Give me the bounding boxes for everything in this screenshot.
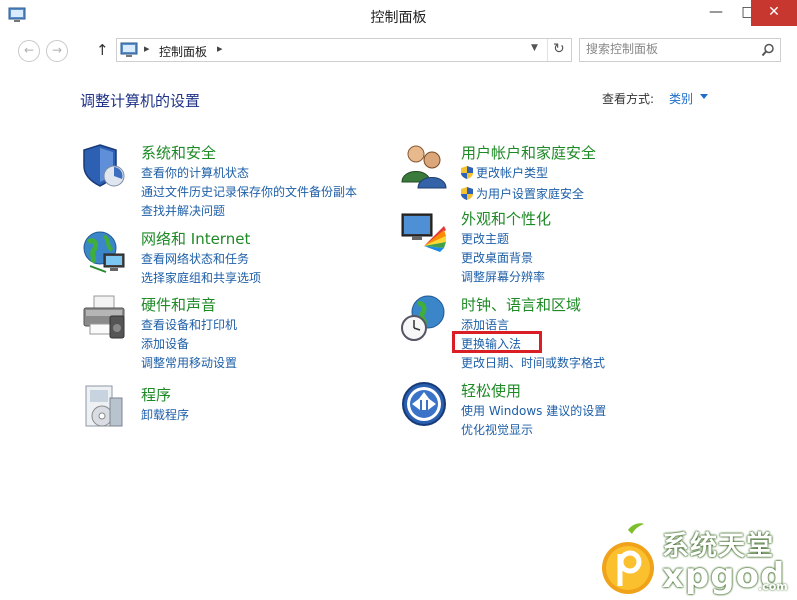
link-troubleshoot[interactable]: 查找并解决问题 xyxy=(141,202,357,221)
link-mobility-settings[interactable]: 调整常用移动设置 xyxy=(141,354,237,373)
clock-globe-icon[interactable] xyxy=(400,294,448,342)
category-title[interactable]: 网络和 Internet xyxy=(141,228,250,249)
highlight-annotation xyxy=(452,331,542,353)
breadcrumb-control-panel[interactable]: 控制面板 xyxy=(159,43,207,60)
watermark-suffix: .com xyxy=(758,580,788,593)
category-title[interactable]: 用户帐户和家庭安全 xyxy=(461,142,596,163)
link-screen-resolution[interactable]: 调整屏幕分辨率 xyxy=(461,268,545,287)
category-title[interactable]: 时钟、语言和区域 xyxy=(461,294,581,315)
window-title: 控制面板 xyxy=(370,10,427,26)
search-box[interactable] xyxy=(579,38,781,62)
category-title[interactable]: 外观和个性化 xyxy=(461,208,551,229)
shield-icon[interactable] xyxy=(80,142,128,190)
uac-shield-icon xyxy=(461,166,473,185)
category-title[interactable]: 程序 xyxy=(141,384,171,405)
up-button[interactable]: ↑ xyxy=(96,41,109,59)
address-bar[interactable]: ▸ 控制面板 ▸ ▼ ↻ xyxy=(116,38,572,62)
category-title[interactable]: 系统和安全 xyxy=(141,142,216,163)
link-date-time-format[interactable]: 更改日期、时间或数字格式 xyxy=(461,354,605,373)
link-file-history-backup[interactable]: 通过文件历史记录保存你的文件备份副本 xyxy=(141,183,357,202)
link-devices-printers[interactable]: 查看设备和打印机 xyxy=(141,316,237,335)
refresh-button[interactable]: ↻ xyxy=(553,41,565,57)
back-button[interactable]: ← xyxy=(18,40,40,62)
view-by-label: 查看方式: xyxy=(602,92,655,106)
close-button[interactable]: ✕ xyxy=(751,0,797,26)
chevron-down-icon[interactable] xyxy=(700,94,708,99)
link-label[interactable]: 为用户设置家庭安全 xyxy=(476,187,584,201)
watermark: 系统天堂 xpgod .com xyxy=(598,522,797,600)
uac-shield-icon xyxy=(461,187,473,206)
link-add-device[interactable]: 添加设备 xyxy=(141,335,237,354)
link-recommended-settings[interactable]: 使用 Windows 建议的设置 xyxy=(461,402,606,421)
link-optimize-visual-display[interactable]: 优化视觉显示 xyxy=(461,421,606,440)
link-view-computer-status[interactable]: 查看你的计算机状态 xyxy=(141,164,357,183)
watermark-logo-icon xyxy=(602,523,654,594)
category-title[interactable]: 硬件和声音 xyxy=(141,294,216,315)
programs-icon[interactable] xyxy=(80,384,128,432)
search-input[interactable] xyxy=(586,41,756,57)
link-change-account-type[interactable]: 更改帐户类型 xyxy=(461,164,584,185)
navigation-bar: ← → ↑ ▸ 控制面板 ▸ ▼ ↻ xyxy=(0,32,797,68)
link-network-status[interactable]: 查看网络状态和任务 xyxy=(141,250,261,269)
page-title: 调整计算机的设置 xyxy=(80,92,201,110)
search-icon[interactable] xyxy=(761,42,775,61)
link-change-theme[interactable]: 更改主题 xyxy=(461,230,545,249)
ease-of-access-icon[interactable] xyxy=(400,380,448,428)
monitor-palette-icon[interactable] xyxy=(400,208,448,256)
link-uninstall-program[interactable]: 卸载程序 xyxy=(141,406,189,425)
minimize-button[interactable]: — xyxy=(700,0,732,26)
globe-network-icon[interactable] xyxy=(80,228,128,276)
address-history-dropdown-icon[interactable]: ▼ xyxy=(531,43,538,53)
control-panel-icon xyxy=(120,42,138,62)
link-label[interactable]: 更改帐户类型 xyxy=(476,166,548,180)
link-homegroup-sharing[interactable]: 选择家庭组和共享选项 xyxy=(141,269,261,288)
title-bar: 控制面板 — □ ✕ xyxy=(0,0,797,32)
view-by-dropdown[interactable]: 类别 xyxy=(669,90,693,107)
breadcrumb-separator[interactable]: ▸ xyxy=(144,42,150,55)
forward-button[interactable]: → xyxy=(46,40,68,62)
link-family-safety[interactable]: 为用户设置家庭安全 xyxy=(461,185,584,206)
category-title[interactable]: 轻松使用 xyxy=(461,380,521,401)
breadcrumb-separator[interactable]: ▸ xyxy=(217,42,223,55)
users-icon[interactable] xyxy=(400,142,448,190)
link-desktop-background[interactable]: 更改桌面背景 xyxy=(461,249,545,268)
printer-icon[interactable] xyxy=(80,294,128,342)
divider xyxy=(547,39,548,61)
